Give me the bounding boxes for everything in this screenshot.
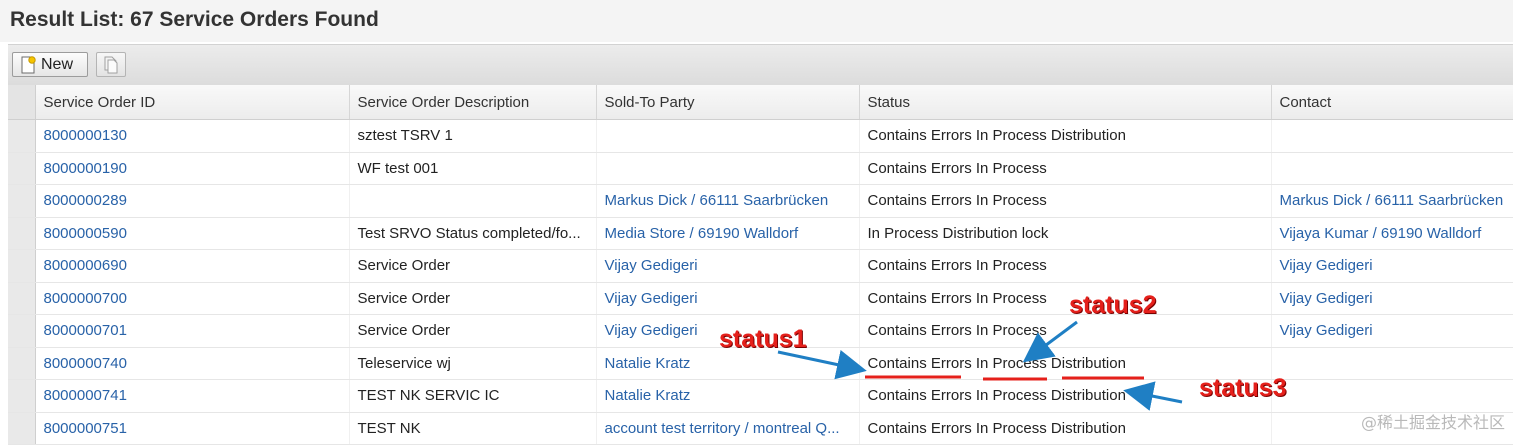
status1-label: status1 [719,325,807,353]
status2-label: status2 [1069,291,1157,319]
status3-label: status3 [1199,374,1287,402]
watermark: @稀土掘金技术社区 [1360,413,1505,432]
status3-arrow [1123,381,1183,411]
status2-arrow [1022,320,1078,363]
status1-arrow [777,349,867,380]
